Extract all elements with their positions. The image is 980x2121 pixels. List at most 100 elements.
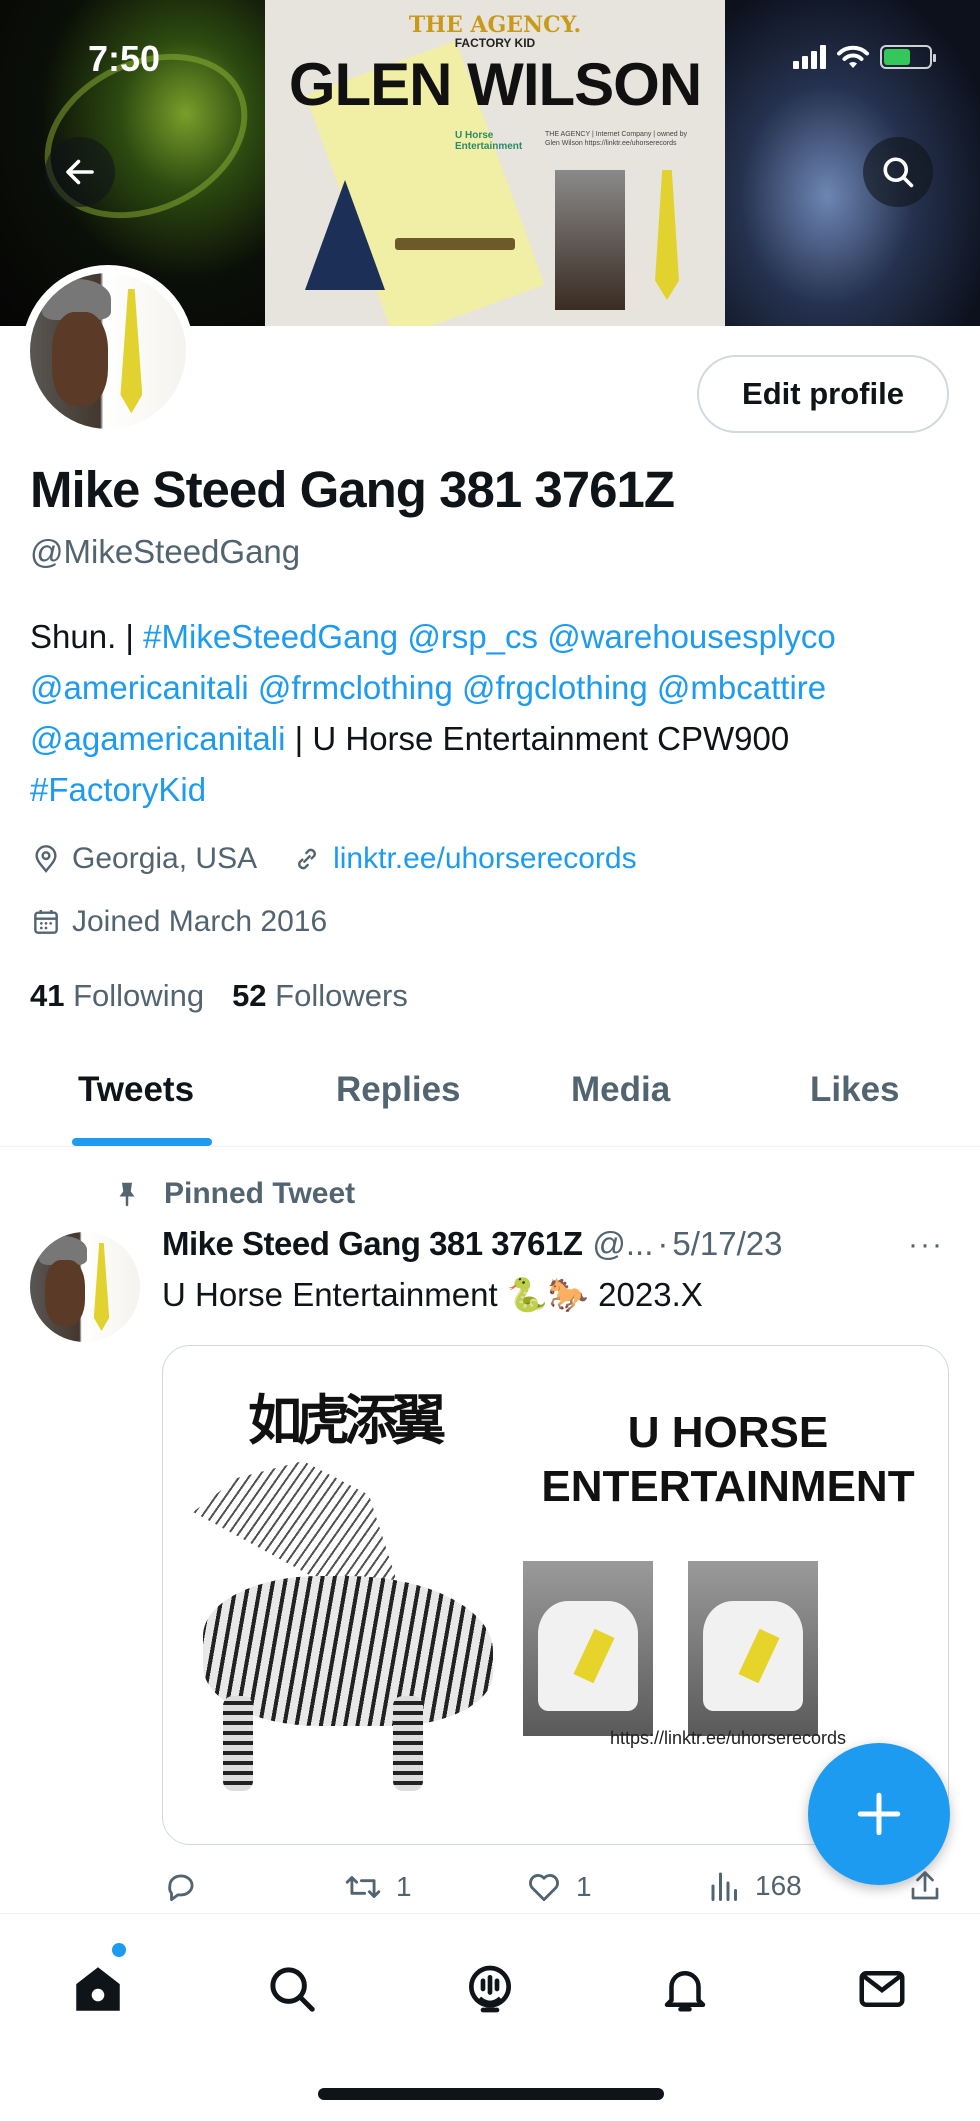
bio-mention-link[interactable]: @americanitali — [30, 669, 249, 706]
location-pin-icon — [35, 845, 57, 873]
media-tiger-leg — [223, 1696, 253, 1791]
media-title: U HORSE ENTERTAINMENT — [523, 1406, 933, 1514]
tweet-date[interactable]: 5/17/23 — [672, 1225, 782, 1263]
views-chart-icon — [711, 1872, 737, 1901]
media-title-line2: ENTERTAINMENT — [541, 1462, 915, 1511]
back-button[interactable] — [45, 137, 115, 207]
home-icon — [76, 1967, 120, 2011]
tweet-text: U Horse Entertainment 🐍🐎 2023.X — [162, 1276, 703, 1313]
compose-tweet-button[interactable] — [808, 1743, 950, 1885]
bio-mention-link[interactable]: @frmclothing — [258, 669, 453, 706]
like-button[interactable]: 1 — [524, 1868, 592, 1906]
views-count: 168 — [755, 1870, 802, 1901]
banner-rifle-image — [395, 238, 515, 250]
battery-fill — [884, 49, 911, 65]
home-indicator — [318, 2088, 664, 2100]
nav-messages[interactable] — [847, 1954, 917, 2024]
banner-horse-text: U Horse Entertainment — [455, 130, 523, 152]
profile-name: Mike Steed Gang 381 3761Z — [30, 461, 675, 518]
tab-media[interactable]: Media — [571, 1070, 670, 1110]
more-options-icon[interactable]: ··· — [908, 1228, 944, 1262]
cellular-signal-icon — [793, 45, 826, 69]
spaces-icon — [469, 1965, 511, 2013]
wifi-icon — [837, 45, 869, 68]
nav-search[interactable] — [257, 1954, 327, 2024]
bio-hashtag-link[interactable]: #MikeSteedGang — [143, 618, 398, 655]
following-count: 41 — [30, 978, 65, 1013]
bio-hashtag-link[interactable]: #FactoryKid — [30, 771, 206, 808]
home-notification-dot — [112, 1943, 126, 1957]
link-icon — [298, 848, 316, 870]
bio-mention-link[interactable]: @warehousesplyco — [547, 618, 835, 655]
banner-tie-image — [655, 170, 679, 300]
nav-home[interactable] — [63, 1954, 133, 2024]
profile-avatar[interactable] — [22, 265, 194, 437]
arrow-left-icon — [66, 159, 94, 185]
calendar-icon — [34, 910, 58, 934]
tab-likes[interactable]: Likes — [810, 1070, 900, 1110]
tab-replies[interactable]: Replies — [336, 1070, 461, 1110]
follow-stats: 41 Following 52 Followers — [30, 978, 408, 1014]
tweet-author-avatar[interactable] — [30, 1232, 140, 1342]
media-hoodie-photo — [523, 1561, 653, 1736]
status-time: 7:50 — [88, 38, 161, 79]
following-label: Following — [73, 978, 205, 1013]
tab-tweets[interactable]: Tweets — [78, 1070, 194, 1110]
profile-website-link[interactable]: linktr.ee/uhorserecords — [333, 842, 637, 876]
active-tab-indicator — [72, 1138, 212, 1146]
banner-agency-image: THE AGENCY. FACTORY KID GLEN WILSON U Ho… — [265, 0, 725, 326]
bio-text: | U Horse Entertainment CPW900 — [285, 720, 790, 757]
banner-space-force-logo — [305, 180, 385, 290]
profile-bio: Shun. | #MikeSteedGang @rsp_cs @warehous… — [30, 611, 960, 815]
reply-button[interactable] — [162, 1868, 212, 1906]
banner-glen-wilson-text: GLEN WILSON — [288, 51, 702, 118]
tweet-actions: 1 1 168 — [162, 1868, 952, 1908]
media-title-line1: U HORSE — [627, 1408, 829, 1457]
retweet-icon — [345, 1876, 381, 1898]
search-icon — [883, 157, 914, 188]
tweet-author-name[interactable]: Mike Steed Gang 381 3761Z — [162, 1225, 583, 1263]
pinned-tweet-label: Pinned Tweet — [164, 1177, 356, 1210]
pin-icon — [119, 1182, 135, 1207]
bio-mention-link[interactable]: @frgclothing — [462, 669, 648, 706]
nav-notifications[interactable] — [650, 1954, 720, 2024]
profile-tabs: Tweets Replies Media Likes — [0, 1050, 980, 1147]
media-calligraphy: 如虎添翼 — [248, 1388, 446, 1452]
messages-icon — [859, 1971, 905, 2007]
bio-mention-link[interactable]: @agamericanitali — [30, 720, 285, 757]
edit-profile-button[interactable]: Edit profile — [697, 355, 949, 433]
pinned-tweet-label-row: Pinned Tweet — [112, 1177, 355, 1211]
heart-icon — [529, 1874, 559, 1902]
battery-icon — [880, 45, 936, 69]
plus-icon — [857, 1792, 901, 1836]
tweet-separator: · — [657, 1225, 669, 1262]
media-tiger-leg — [393, 1696, 423, 1791]
nav-spaces[interactable] — [455, 1954, 525, 2024]
retweet-button[interactable]: 1 — [342, 1868, 412, 1906]
reply-icon — [168, 1874, 194, 1902]
tweet-author-handle: @... — [592, 1225, 654, 1262]
notifications-icon — [664, 1971, 706, 2012]
share-icon — [911, 1871, 939, 1900]
profile-meta-row: Georgia, USA linktr.ee/uhorserecords — [30, 842, 637, 876]
followers-count: 52 — [232, 978, 267, 1013]
views-button[interactable]: 168 — [707, 1868, 802, 1904]
profile-handle: @MikeSteedGang — [30, 533, 301, 570]
search-button[interactable] — [863, 137, 933, 207]
tweet-header: Mike Steed Gang 381 3761Z @... · 5/17/23 — [162, 1225, 783, 1263]
retweet-count: 1 — [396, 1871, 412, 1902]
following-link[interactable]: 41 Following — [30, 978, 204, 1014]
bio-mention-link[interactable]: @rsp_cs — [407, 618, 538, 655]
like-count: 1 — [576, 1871, 592, 1902]
bio-mention-link[interactable]: @mbcattire — [657, 669, 826, 706]
share-button[interactable] — [907, 1868, 943, 1904]
banner-selfie-photo — [555, 170, 625, 310]
profile-joined-date: Joined March 2016 — [72, 905, 328, 938]
search-icon — [270, 1967, 315, 2012]
followers-link[interactable]: 52 Followers — [232, 978, 408, 1014]
followers-label: Followers — [275, 978, 408, 1013]
media-hoodie-photo — [688, 1561, 818, 1736]
banner-factory-kid-text: FACTORY KID — [454, 36, 536, 50]
banner-agency-text: THE AGENCY. — [408, 12, 582, 38]
status-icons — [793, 44, 936, 70]
